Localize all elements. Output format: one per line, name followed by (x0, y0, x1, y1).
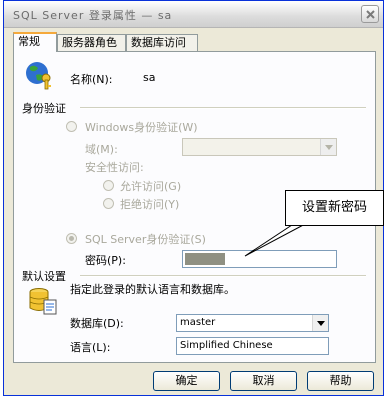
login-properties-dialog: SQL Server 登录属性 — sa 常规 服务器角色 数据库访问 名称(N… (3, 0, 384, 396)
set-new-password-callout: 设置新密码 (285, 190, 384, 226)
help-button[interactable]: 帮助 (307, 371, 374, 391)
ok-button[interactable]: 确定 (153, 371, 220, 391)
cancel-button[interactable]: 取消 (230, 371, 297, 391)
tab-general[interactable]: 常规 (13, 32, 57, 52)
